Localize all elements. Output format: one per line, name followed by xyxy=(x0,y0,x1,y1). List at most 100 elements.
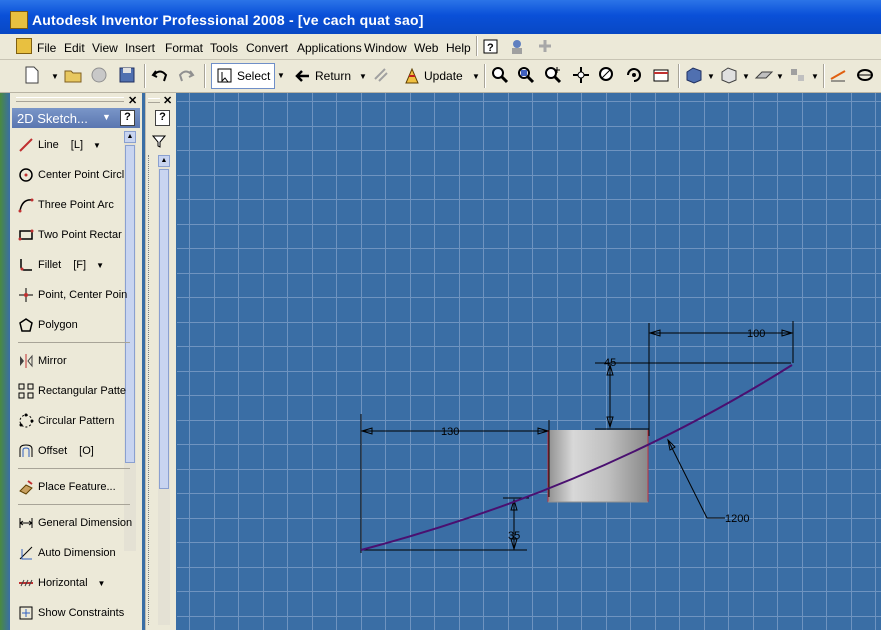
browser-tree-line xyxy=(148,155,152,625)
panel-item-auto-dimension[interactable]: Auto Dimension xyxy=(18,541,116,565)
panel-item-offset[interactable]: Offset [O] xyxy=(18,439,94,463)
sketch-icon[interactable] xyxy=(371,65,391,85)
sketch-plane-icon[interactable] xyxy=(855,65,875,85)
camera-dropdown-arrow[interactable]: ▼ xyxy=(742,72,750,81)
panel-item-polygon[interactable]: Polygon xyxy=(18,313,78,337)
display-mode-dropdown-arrow[interactable]: ▼ xyxy=(707,72,715,81)
zoom-icon[interactable] xyxy=(543,65,563,85)
panel-item-show-constraints[interactable]: Show Constraints xyxy=(18,601,124,625)
panel-divider xyxy=(18,504,130,505)
panel-item-shortcut: [L] xyxy=(70,139,84,151)
new-dropdown-arrow[interactable]: ▼ xyxy=(51,72,59,81)
general-dimension-icon xyxy=(19,518,33,528)
panel-item-mirror[interactable]: Mirror xyxy=(18,349,67,373)
chevron-down-icon[interactable]: ▼ xyxy=(93,141,101,150)
rotate-icon[interactable] xyxy=(624,65,644,85)
panel-item-general-dimension[interactable]: General Dimension xyxy=(18,511,132,535)
line-icon xyxy=(19,138,33,152)
menu-window[interactable]: Window xyxy=(364,41,407,55)
dimension-text-130[interactable]: 130 xyxy=(441,426,459,438)
new-file-icon[interactable] xyxy=(22,65,42,85)
browser-close-icon[interactable]: ✕ xyxy=(163,94,172,107)
menu-file[interactable]: File xyxy=(37,41,56,55)
inventor-app-icon[interactable] xyxy=(10,11,28,29)
panel-item-rectangular-pattern[interactable]: Rectangular Patte xyxy=(18,379,126,403)
panel-item-place-feature[interactable]: Place Feature... xyxy=(18,475,116,499)
panel-scrollbar[interactable]: ▲ xyxy=(124,131,136,551)
chevron-down-icon[interactable]: ▼ xyxy=(98,579,106,588)
panel-divider xyxy=(18,468,130,469)
panel-item-two-point-rectangle[interactable]: Two Point Rectar xyxy=(18,223,122,247)
dimension-text-35[interactable]: 35 xyxy=(508,530,520,542)
panel-item-point-center-point[interactable]: Point, Center Poin xyxy=(18,283,127,307)
menu-applications[interactable]: Applications xyxy=(297,41,362,55)
browser-help-icon[interactable]: ? xyxy=(155,110,170,126)
return-button[interactable]: Return xyxy=(294,66,351,86)
menu-tools[interactable]: Tools xyxy=(210,41,238,55)
panel-item-three-point-arc[interactable]: Three Point Arc xyxy=(18,193,114,217)
filter-icon[interactable] xyxy=(152,134,166,148)
panel-item-label: Show Constraints xyxy=(38,607,125,619)
menu-web[interactable]: Web xyxy=(414,41,438,55)
menu-format[interactable]: Format xyxy=(165,41,203,55)
plus-icon[interactable] xyxy=(537,38,553,54)
panel-title-dropdown-arrow[interactable]: ▼ xyxy=(102,112,111,122)
dimension-text-100[interactable]: 100 xyxy=(747,328,765,340)
select-button[interactable]: Select xyxy=(211,63,275,89)
display-mode-shaded-icon[interactable] xyxy=(684,65,704,85)
dimension-text-45[interactable]: 45 xyxy=(604,357,616,369)
menu-edit[interactable]: Edit xyxy=(64,41,85,55)
menu-insert[interactable]: Insert xyxy=(125,41,155,55)
zoom-all-icon[interactable] xyxy=(490,65,510,85)
panel-item-horizontal[interactable]: Horizontal ▼ xyxy=(18,571,105,595)
undo-icon[interactable] xyxy=(150,65,170,85)
browser-scroll-thumb[interactable] xyxy=(159,169,169,489)
parts-assistant-icon[interactable] xyxy=(508,38,526,56)
dimension-text-1200[interactable]: 1200 xyxy=(725,513,749,525)
chevron-down-icon[interactable]: ▼ xyxy=(96,261,104,270)
panel-close-icon[interactable]: ✕ xyxy=(128,94,137,107)
select-dropdown-arrow[interactable]: ▼ xyxy=(277,71,285,80)
save-icon[interactable] xyxy=(117,65,137,85)
browser-grip[interactable] xyxy=(148,98,160,103)
zoom-window-icon[interactable] xyxy=(516,65,536,85)
sectioning-dropdown-arrow[interactable]: ▼ xyxy=(811,72,819,81)
update-button[interactable]: Update xyxy=(403,66,463,86)
mirror-icon xyxy=(20,354,33,368)
zoom-selected-icon[interactable] xyxy=(597,65,617,85)
panel-header[interactable]: 2D Sketch... ▼ ? xyxy=(12,108,140,128)
menu-help[interactable]: Help xyxy=(446,41,471,55)
panel-item-line[interactable]: Line [L] ▼ xyxy=(18,133,101,157)
sectioning-icon[interactable] xyxy=(788,65,808,85)
panel-item-center-point-circle[interactable]: Center Point Circl xyxy=(18,163,124,187)
graphics-window[interactable]: 100 45 130 35 1200 xyxy=(177,93,881,630)
panel-help-icon[interactable]: ? xyxy=(120,110,135,126)
document-icon[interactable] xyxy=(16,38,32,54)
panel-scroll-up-icon[interactable]: ▲ xyxy=(124,131,136,143)
panel-item-circular-pattern[interactable]: Circular Pattern xyxy=(18,409,114,433)
return-arrow-icon xyxy=(295,70,309,82)
browser-scroll-up-icon[interactable]: ▲ xyxy=(158,155,170,167)
panel-item-label: Three Point Arc xyxy=(38,199,114,211)
shadow-dropdown-arrow[interactable]: ▼ xyxy=(776,72,784,81)
projects-icon[interactable] xyxy=(89,65,109,85)
panel-item-label: Place Feature... xyxy=(38,481,116,493)
whats-this-help-icon[interactable]: ? xyxy=(483,39,499,55)
look-at-icon[interactable] xyxy=(651,65,671,85)
panel-item-fillet[interactable]: Fillet [F] ▼ xyxy=(18,253,104,277)
sketch-drawing: 100 45 130 35 1200 xyxy=(360,321,794,553)
menu-view[interactable]: View xyxy=(92,41,118,55)
browser-scrollbar[interactable]: ▲ xyxy=(158,155,170,625)
menu-convert[interactable]: Convert xyxy=(246,41,288,55)
panel-grip[interactable] xyxy=(16,97,124,102)
camera-view-icon[interactable] xyxy=(719,65,739,85)
arc-icon xyxy=(18,198,34,213)
update-dropdown-arrow[interactable]: ▼ xyxy=(472,72,480,81)
slice-graphics-icon[interactable] xyxy=(828,65,848,85)
ground-shadow-icon[interactable] xyxy=(754,65,774,85)
open-folder-icon[interactable] xyxy=(63,65,83,85)
select-label: Select xyxy=(237,69,271,83)
return-dropdown-arrow[interactable]: ▼ xyxy=(359,72,367,81)
redo-icon[interactable] xyxy=(176,65,196,85)
pan-icon[interactable] xyxy=(571,65,591,85)
